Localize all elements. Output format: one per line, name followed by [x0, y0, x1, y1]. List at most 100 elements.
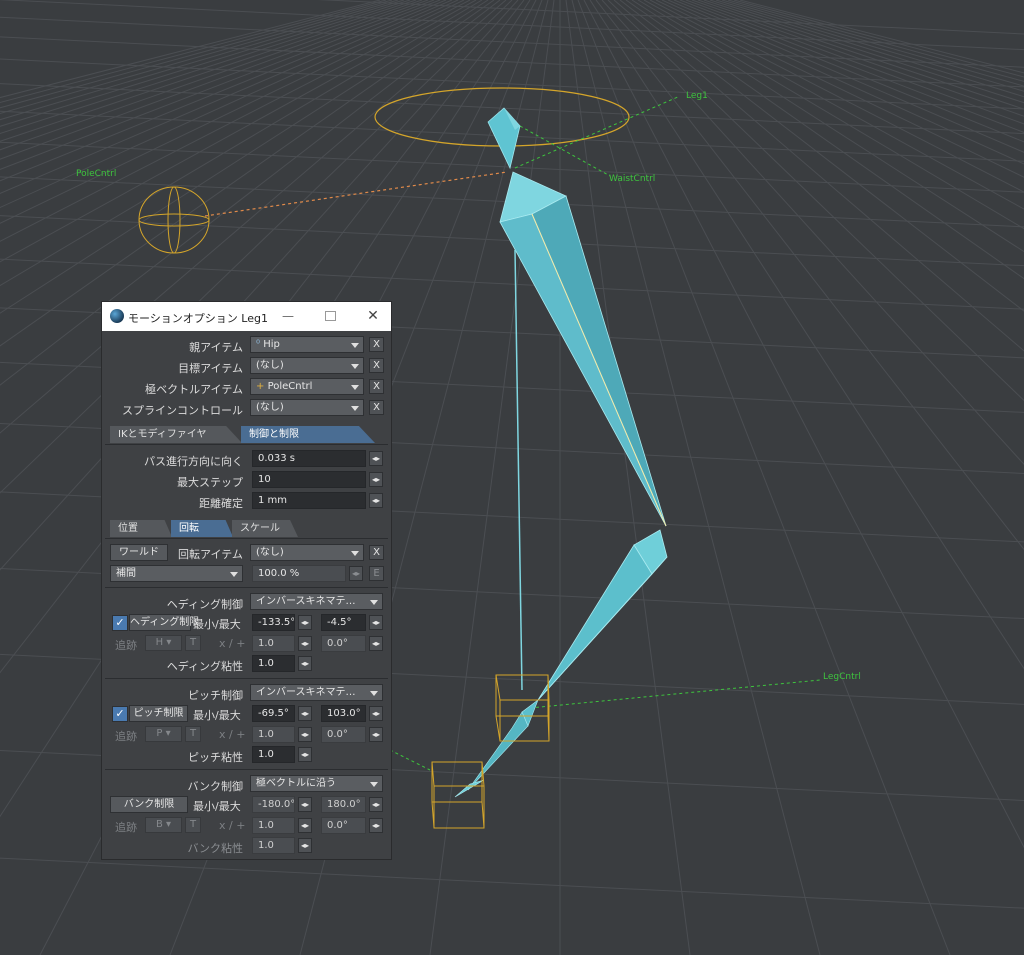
pitch-mult-field[interactable]: 1.0: [252, 726, 295, 743]
spline-control-clear-button[interactable]: X: [369, 400, 384, 415]
tab-divider: [105, 444, 388, 445]
pitch-xplus-label: x / +: [219, 728, 246, 741]
pitch-max-spinner[interactable]: ◂▸: [369, 706, 383, 721]
interpolation-percent-spinner[interactable]: ◂▸: [349, 566, 363, 581]
pitch-follow-label: 追跡: [115, 730, 137, 743]
heading-max-field[interactable]: -4.5°: [321, 614, 366, 631]
max-steps-spinner[interactable]: ◂▸: [369, 472, 383, 487]
bank-min-field[interactable]: -180.0°: [252, 796, 295, 813]
section-divider: [105, 678, 388, 679]
bone-icon: ⁰: [256, 339, 261, 350]
close-button[interactable]: ✕: [363, 306, 383, 326]
pitch-min-spinner[interactable]: ◂▸: [298, 706, 312, 721]
title-bar[interactable]: モーションオプション Leg1 — ✕: [102, 302, 391, 331]
bank-max-field[interactable]: 180.0°: [321, 796, 366, 813]
heading-stiffness-field[interactable]: 1.0: [252, 655, 295, 672]
bank-stiffness-field[interactable]: 1.0: [252, 837, 295, 854]
heading-limit-button[interactable]: ヘディング制限: [129, 614, 199, 631]
bank-offset-field[interactable]: 0.0°: [321, 817, 366, 834]
rotation-item-dropdown[interactable]: (なし): [250, 544, 364, 561]
heading-control-row: ヘディング制御 インバースキネマテ…: [102, 593, 391, 612]
bank-limit-button[interactable]: バンク制限: [110, 796, 188, 813]
distance-field[interactable]: 1 mm: [252, 492, 366, 509]
tab-rotation[interactable]: 回転: [171, 520, 233, 537]
heading-follow-dropdown[interactable]: H ▾: [145, 635, 182, 651]
heading-stiffness-spinner[interactable]: ◂▸: [298, 656, 312, 671]
tab-controls-limits[interactable]: 制御と制限: [241, 426, 375, 443]
label-waist-cntrl: WaistCntrl: [609, 174, 655, 184]
heading-limit-checkbox[interactable]: ✓: [112, 615, 128, 631]
interpolation-percent-field[interactable]: 100.0 %: [252, 565, 346, 582]
bank-max-spinner[interactable]: ◂▸: [369, 797, 383, 812]
section-divider: [105, 769, 388, 770]
pitch-t-button[interactable]: T: [185, 726, 201, 742]
bank-follow-label: 追跡: [115, 821, 137, 834]
parent-item-row: 親アイテム ⁰ Hip X: [102, 336, 391, 355]
pole-item-clear-button[interactable]: X: [369, 379, 384, 394]
pitch-limit-button[interactable]: ピッチ制限: [129, 705, 188, 722]
heading-min-spinner[interactable]: ◂▸: [298, 615, 312, 630]
tab-position[interactable]: 位置: [110, 520, 172, 537]
pole-item-dropdown[interactable]: + PoleCntrl: [250, 378, 364, 395]
world-button[interactable]: ワールド: [110, 544, 168, 561]
distance-label: 距離確定: [199, 497, 243, 510]
pitch-offset-spinner[interactable]: ◂▸: [369, 727, 383, 742]
align-path-spinner[interactable]: ◂▸: [369, 451, 383, 466]
bank-follow-dropdown[interactable]: B ▾: [145, 817, 182, 833]
pitch-stiffness-field[interactable]: 1.0: [252, 746, 295, 763]
pitch-follow-dropdown[interactable]: P ▾: [145, 726, 182, 742]
bank-mult-spinner[interactable]: ◂▸: [298, 818, 312, 833]
bank-offset-spinner[interactable]: ◂▸: [369, 818, 383, 833]
label-leg-cntrl: LegCntrl: [823, 672, 861, 682]
interpolation-dropdown[interactable]: 補間: [110, 565, 243, 582]
parent-item-label: 親アイテム: [189, 341, 243, 354]
bank-mult-field[interactable]: 1.0: [252, 817, 295, 834]
pitch-mult-spinner[interactable]: ◂▸: [298, 727, 312, 742]
bank-xplus-label: x / +: [219, 819, 246, 832]
heading-max-spinner[interactable]: ◂▸: [369, 615, 383, 630]
pitch-max-field[interactable]: 103.0°: [321, 705, 366, 722]
minimize-button[interactable]: —: [278, 306, 298, 326]
pitch-control-dropdown[interactable]: インバースキネマテ…: [250, 684, 383, 701]
tab-ik-modifiers[interactable]: IKとモディファイヤ: [110, 426, 242, 443]
heading-mult-field[interactable]: 1.0: [252, 635, 295, 652]
distance-row: 距離確定 1 mm ◂▸: [102, 492, 391, 511]
label-leg1: Leg1: [686, 91, 708, 101]
bank-control-dropdown[interactable]: 極ベクトルに沿う: [250, 775, 383, 792]
maximize-button[interactable]: [320, 306, 340, 326]
heading-t-button[interactable]: T: [185, 635, 201, 651]
pitch-min-field[interactable]: -69.5°: [252, 705, 295, 722]
parent-item-dropdown[interactable]: ⁰ Hip: [250, 336, 364, 353]
heading-control-dropdown[interactable]: インバースキネマテ…: [250, 593, 383, 610]
interpolation-value: 補間: [116, 568, 136, 579]
null-icon: +: [256, 381, 265, 392]
pitch-control-value: インバースキネマテ…: [256, 687, 356, 698]
bank-control-row: バンク制御 極ベクトルに沿う: [102, 775, 391, 794]
heading-control-value: インバースキネマテ…: [256, 596, 356, 607]
goal-item-dropdown[interactable]: (なし): [250, 357, 364, 374]
parent-item-clear-button[interactable]: X: [369, 337, 384, 352]
envelope-button[interactable]: E: [369, 566, 384, 581]
bank-t-button[interactable]: T: [185, 817, 201, 833]
goal-item-clear-button[interactable]: X: [369, 358, 384, 373]
pitch-control-label: ピッチ制御: [188, 689, 243, 702]
spline-control-dropdown[interactable]: (なし): [250, 399, 364, 416]
align-path-label: パス進行方向に向く: [144, 455, 243, 468]
rotation-item-clear-button[interactable]: X: [369, 545, 384, 560]
tab-scale[interactable]: スケール: [232, 520, 298, 537]
heading-minmax-label: 最小/最大: [193, 618, 241, 631]
heading-offset-spinner[interactable]: ◂▸: [369, 636, 383, 651]
bank-min-spinner[interactable]: ◂▸: [298, 797, 312, 812]
heading-mult-spinner[interactable]: ◂▸: [298, 636, 312, 651]
pitch-offset-field[interactable]: 0.0°: [321, 726, 366, 743]
heading-offset-field[interactable]: 0.0°: [321, 635, 366, 652]
pitch-limit-checkbox[interactable]: ✓: [112, 706, 128, 722]
chevron-down-icon: [351, 343, 359, 348]
pitch-stiffness-spinner[interactable]: ◂▸: [298, 747, 312, 762]
bank-stiffness-spinner[interactable]: ◂▸: [298, 838, 312, 853]
max-steps-field[interactable]: 10: [252, 471, 366, 488]
align-path-field[interactable]: 0.033 s: [252, 450, 366, 467]
distance-spinner[interactable]: ◂▸: [369, 493, 383, 508]
goal-item-value: (なし): [256, 360, 284, 371]
heading-min-field[interactable]: -133.5°: [252, 614, 295, 631]
